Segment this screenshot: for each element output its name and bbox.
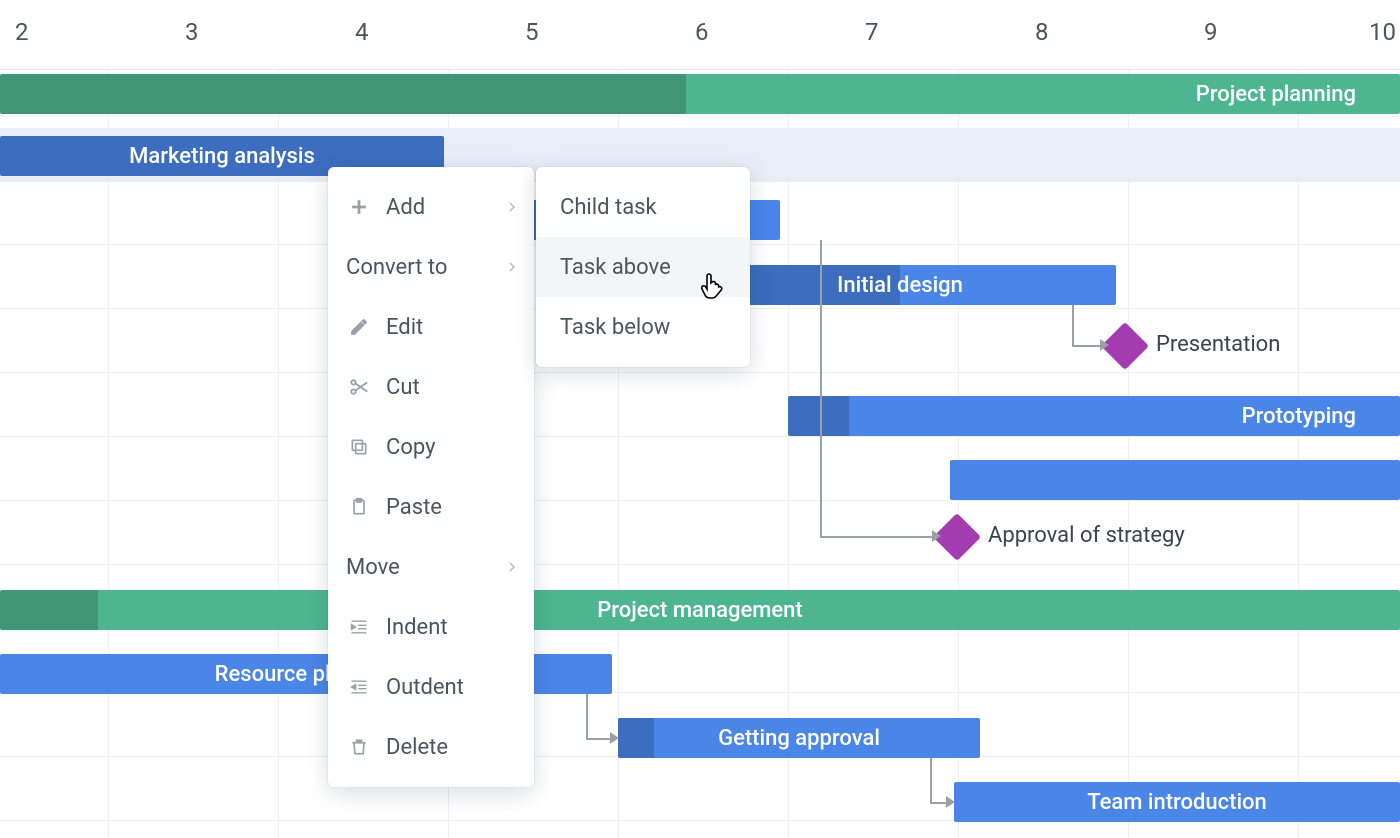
timeline-tick: 8 <box>1035 18 1049 46</box>
grid-line <box>0 436 1400 437</box>
menu-item-outdent[interactable]: Outdent <box>328 657 534 717</box>
task-label: Marketing analysis <box>115 144 329 169</box>
dependency-line <box>820 536 934 538</box>
dependency-line <box>820 240 822 536</box>
menu-item-label: Outdent <box>386 675 464 700</box>
dependency-line <box>1072 345 1102 347</box>
menu-item-indent[interactable]: Indent <box>328 597 534 657</box>
dependency-arrow-icon <box>946 796 955 808</box>
submenu-item-task-above[interactable]: Task above <box>536 237 750 297</box>
timeline-tick: 3 <box>185 18 199 46</box>
milestone-label: Presentation <box>1156 332 1280 357</box>
menu-item-edit[interactable]: Edit <box>328 297 534 357</box>
menu-item-label: Edit <box>386 315 423 340</box>
trash-icon <box>346 734 372 760</box>
timeline-header: 2 3 4 5 6 7 8 9 10 <box>0 0 1400 70</box>
outdent-icon <box>346 674 372 700</box>
submenu-item-task-below[interactable]: Task below <box>536 297 750 357</box>
progress-fill <box>0 74 686 114</box>
dependency-line <box>1072 305 1074 345</box>
menu-item-copy[interactable]: Copy <box>328 417 534 477</box>
dependency-line <box>586 738 612 740</box>
menu-item-label: Child task <box>560 195 657 220</box>
scissors-icon <box>346 374 372 400</box>
task-bar-getting-approval[interactable]: Getting approval <box>618 718 980 758</box>
grid-line <box>0 116 1400 117</box>
chevron-right-icon <box>504 199 520 215</box>
timeline-tick: 10 <box>1369 18 1396 46</box>
menu-item-label: Cut <box>386 375 420 400</box>
timeline-tick: 2 <box>15 18 29 46</box>
task-label: Prototyping <box>1228 404 1370 429</box>
grid-line <box>0 564 1400 565</box>
dependency-arrow-icon <box>932 530 941 542</box>
progress-fill <box>618 718 654 758</box>
group-bar-project-management[interactable]: Project management <box>0 590 1400 630</box>
grid-line <box>278 70 279 838</box>
task-label: Initial design <box>823 273 977 298</box>
menu-item-label: Move <box>346 555 400 580</box>
menu-item-label: Delete <box>386 735 448 760</box>
task-label: Team introduction <box>1073 790 1281 815</box>
timeline-tick: 9 <box>1204 18 1218 46</box>
menu-item-label: Add <box>386 195 425 220</box>
task-bar-hidden-2[interactable] <box>950 460 1400 500</box>
menu-item-add[interactable]: Add <box>328 177 534 237</box>
indent-icon <box>346 614 372 640</box>
menu-item-label: Copy <box>386 435 436 460</box>
milestone-label: Approval of strategy <box>988 523 1185 548</box>
grid-line <box>1128 70 1129 838</box>
dependency-line <box>586 694 588 738</box>
group-bar-project-planning[interactable]: Project planning <box>0 74 1400 114</box>
grid-line <box>0 500 1400 501</box>
menu-item-label: Task below <box>560 315 670 340</box>
menu-item-cut[interactable]: Cut <box>328 357 534 417</box>
grid-line <box>0 372 1400 373</box>
task-bar-prototyping[interactable]: Prototyping <box>788 396 1400 436</box>
menu-item-label: Convert to <box>346 255 447 280</box>
timeline-tick: 7 <box>865 18 879 46</box>
menu-item-label: Paste <box>386 495 442 520</box>
chevron-right-icon <box>504 559 520 575</box>
chevron-right-icon <box>504 259 520 275</box>
progress-fill <box>0 590 98 630</box>
copy-icon <box>346 434 372 460</box>
dependency-arrow-icon <box>1100 339 1109 351</box>
group-label: Project planning <box>1182 82 1370 107</box>
clipboard-icon <box>346 494 372 520</box>
grid-line <box>108 70 109 838</box>
task-bar-team-introduction[interactable]: Team introduction <box>954 782 1400 822</box>
submenu-item-child-task[interactable]: Child task <box>536 177 750 237</box>
menu-item-label: Indent <box>386 615 448 640</box>
menu-item-paste[interactable]: Paste <box>328 477 534 537</box>
plus-icon <box>346 194 372 220</box>
menu-item-move[interactable]: Move <box>328 537 534 597</box>
context-submenu-add: Child task Task above Task below <box>536 167 750 367</box>
dependency-arrow-icon <box>610 732 619 744</box>
task-label: Getting approval <box>704 726 894 751</box>
menu-item-label: Task above <box>560 255 671 280</box>
menu-item-convert-to[interactable]: Convert to <box>328 237 534 297</box>
progress-fill <box>788 396 849 436</box>
timeline-tick: 6 <box>695 18 709 46</box>
dependency-line <box>930 758 932 802</box>
grid-line <box>1298 70 1299 838</box>
timeline-tick: 5 <box>525 18 539 46</box>
pencil-icon <box>346 314 372 340</box>
menu-item-delete[interactable]: Delete <box>328 717 534 777</box>
context-menu: Add Convert to Edit Cut Copy Paste <box>328 167 534 787</box>
group-label: Project management <box>583 598 817 623</box>
timeline-tick: 4 <box>355 18 369 46</box>
